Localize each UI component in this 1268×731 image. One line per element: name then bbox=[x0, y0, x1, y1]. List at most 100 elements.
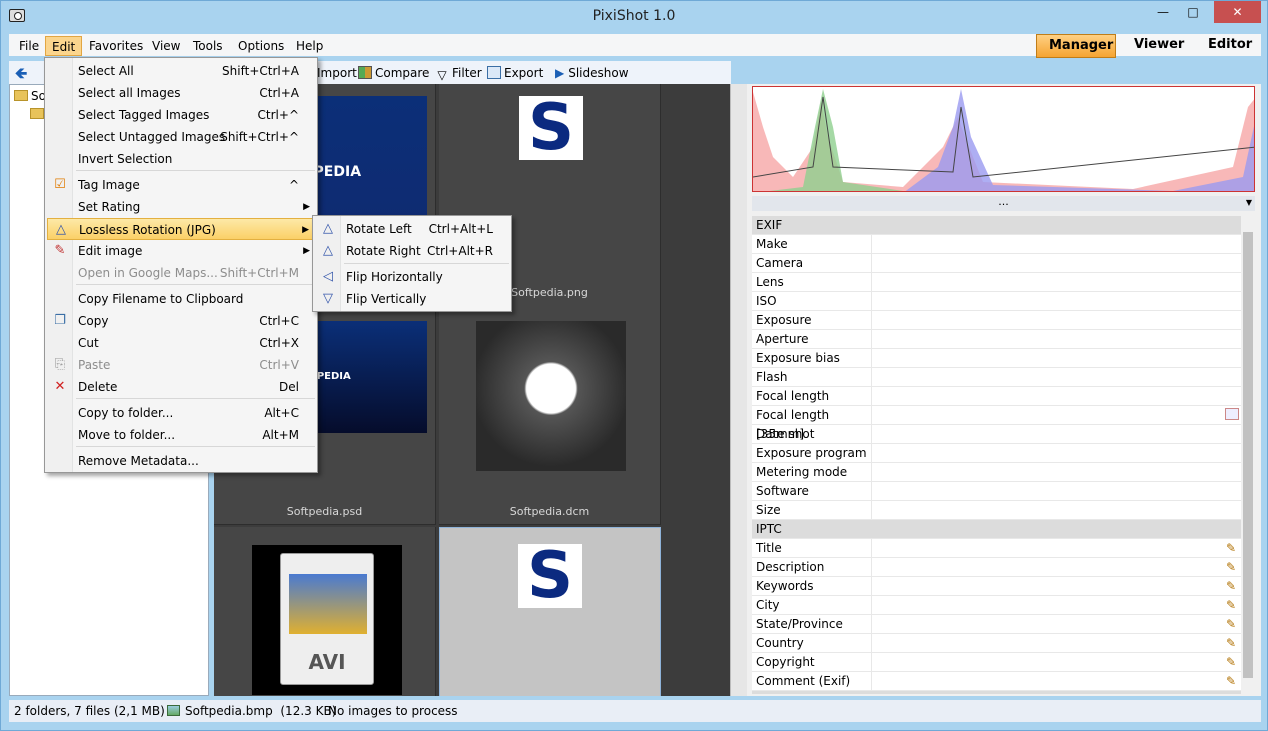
menu-item-select-untagged-images[interactable]: Select Untagged Images Shift+Ctrl+^ bbox=[47, 126, 315, 148]
property-value[interactable] bbox=[873, 615, 1221, 634]
property-value[interactable] bbox=[873, 273, 1221, 292]
property-row[interactable]: Size bbox=[752, 501, 1241, 520]
viewer-mode-button[interactable]: Viewer bbox=[1122, 34, 1192, 58]
property-value[interactable] bbox=[873, 463, 1221, 482]
property-value[interactable] bbox=[873, 672, 1221, 691]
export-button[interactable]: Export bbox=[487, 64, 543, 82]
property-value[interactable] bbox=[873, 596, 1221, 615]
property-value[interactable] bbox=[873, 501, 1221, 520]
property-row[interactable]: Software bbox=[752, 482, 1241, 501]
import-button[interactable]: Import bbox=[317, 64, 357, 82]
property-value[interactable] bbox=[873, 368, 1221, 387]
property-value[interactable] bbox=[873, 406, 1221, 425]
pencil-icon[interactable]: ✎ bbox=[1223, 541, 1239, 556]
property-row[interactable]: Keywords ✎ bbox=[752, 577, 1241, 596]
property-row[interactable]: Title ✎ bbox=[752, 539, 1241, 558]
menu-file[interactable]: File bbox=[13, 36, 45, 56]
property-value[interactable] bbox=[873, 387, 1221, 406]
pencil-icon[interactable]: ✎ bbox=[1223, 636, 1239, 651]
property-row[interactable]: Focal length bbox=[752, 387, 1241, 406]
pencil-icon[interactable]: ✎ bbox=[1223, 579, 1239, 594]
property-value[interactable] bbox=[873, 254, 1221, 273]
menu-favorites[interactable]: Favorites bbox=[83, 36, 149, 56]
chevron-down-icon[interactable]: ▼ bbox=[1246, 197, 1252, 208]
editor-mode-button[interactable]: Editor bbox=[1196, 34, 1260, 58]
thumbnail-avi[interactable]: AVI bbox=[214, 527, 436, 696]
menu-view[interactable]: View bbox=[146, 36, 186, 56]
property-row[interactable]: Flash bbox=[752, 368, 1241, 387]
property-row[interactable]: Camera bbox=[752, 254, 1241, 273]
menu-item-open-in-google-maps[interactable]: Open in Google Maps... Shift+Ctrl+M bbox=[47, 262, 315, 284]
menu-item-lossless-rotation[interactable]: △ Lossless Rotation (JPG) ▶ bbox=[47, 218, 315, 240]
property-value[interactable] bbox=[873, 482, 1221, 501]
property-row[interactable]: Comment (Exif) ✎ bbox=[752, 672, 1241, 691]
pencil-icon[interactable]: ✎ bbox=[1223, 617, 1239, 632]
thumbnail-softpedia-bmp[interactable]: S bbox=[439, 527, 661, 696]
arrow-left-icon[interactable]: 🡸 bbox=[15, 64, 27, 82]
thumbnail-softpedia-dcm[interactable]: Softpedia.dcm bbox=[439, 303, 661, 525]
property-row[interactable]: Lens bbox=[752, 273, 1241, 292]
manager-mode-button[interactable]: Manager bbox=[1036, 34, 1116, 58]
property-row[interactable]: Exposure program bbox=[752, 444, 1241, 463]
menu-item-select-tagged-images[interactable]: Select Tagged Images Ctrl+^ bbox=[47, 104, 315, 126]
scrollbar-thumb[interactable] bbox=[1243, 232, 1253, 678]
property-value[interactable] bbox=[873, 330, 1221, 349]
property-value[interactable] bbox=[873, 444, 1221, 463]
property-row[interactable]: Metering mode bbox=[752, 463, 1241, 482]
menu-help[interactable]: Help bbox=[290, 36, 329, 56]
calculator-icon[interactable] bbox=[1225, 408, 1239, 420]
property-row[interactable]: Date shot bbox=[752, 425, 1241, 444]
menu-item-select-all[interactable]: Select All Shift+Ctrl+A bbox=[47, 60, 315, 82]
pencil-icon[interactable]: ✎ bbox=[1223, 674, 1239, 689]
menu-item-rotate-left[interactable]: △ Rotate Left Ctrl+Alt+L bbox=[315, 218, 509, 240]
menu-item-rotate-right[interactable]: △ Rotate Right Ctrl+Alt+R bbox=[315, 240, 509, 262]
properties-scrollbar[interactable] bbox=[1241, 216, 1255, 694]
menu-item-select-all-images[interactable]: Select all Images Ctrl+A bbox=[47, 82, 315, 104]
property-value[interactable] bbox=[873, 634, 1221, 653]
menu-item-tag-image[interactable]: ☑ Tag Image ^ bbox=[47, 174, 315, 196]
property-row[interactable]: Description ✎ bbox=[752, 558, 1241, 577]
minimize-button[interactable]: — bbox=[1149, 1, 1177, 23]
pencil-icon[interactable]: ✎ bbox=[1223, 560, 1239, 575]
property-value[interactable] bbox=[873, 235, 1221, 254]
menu-options[interactable]: Options bbox=[232, 36, 290, 56]
compare-button[interactable]: Compare bbox=[358, 64, 429, 82]
property-row[interactable]: ISO bbox=[752, 292, 1241, 311]
property-value[interactable] bbox=[873, 539, 1221, 558]
menu-item-copy[interactable]: ❐ Copy Ctrl+C bbox=[47, 310, 315, 332]
property-row[interactable]: Focal length [35mm] bbox=[752, 406, 1241, 441]
slideshow-button[interactable]: ▶ Slideshow bbox=[555, 64, 629, 82]
property-value[interactable] bbox=[873, 558, 1221, 577]
menu-edit[interactable]: Edit bbox=[45, 36, 83, 56]
property-value[interactable] bbox=[873, 349, 1221, 368]
menu-item-move-to-folder[interactable]: Move to folder... Alt+M bbox=[47, 424, 315, 446]
pencil-icon[interactable]: ✎ bbox=[1223, 655, 1239, 670]
property-value[interactable] bbox=[873, 653, 1221, 672]
property-row[interactable]: State/Province ✎ bbox=[752, 615, 1241, 634]
thumbnail-scrollbar[interactable] bbox=[730, 84, 747, 696]
close-button[interactable]: ✕ bbox=[1214, 1, 1261, 23]
menu-item-edit-image[interactable]: ✎ Edit image ▶ bbox=[47, 240, 315, 262]
tree-root[interactable]: So bbox=[14, 89, 46, 103]
property-row[interactable]: Exposure bbox=[752, 311, 1241, 330]
property-row[interactable]: Make bbox=[752, 235, 1241, 254]
property-value[interactable] bbox=[873, 425, 1221, 444]
menu-item-invert-selection[interactable]: Invert Selection bbox=[47, 148, 315, 170]
menu-item-cut[interactable]: Cut Ctrl+X bbox=[47, 332, 315, 354]
property-row[interactable]: Exposure bias bbox=[752, 349, 1241, 368]
menu-item-paste[interactable]: ⎘ Paste Ctrl+V bbox=[47, 354, 315, 376]
menu-item-remove-metadata[interactable]: Remove Metadata... bbox=[47, 450, 315, 472]
menu-item-flip-vertically[interactable]: ▽ Flip Vertically bbox=[315, 288, 509, 310]
property-value[interactable] bbox=[873, 577, 1221, 596]
menu-item-set-rating[interactable]: Set Rating ▶ bbox=[47, 196, 315, 218]
property-row[interactable]: Country ✎ bbox=[752, 634, 1241, 653]
property-row[interactable]: Aperture bbox=[752, 330, 1241, 349]
maximize-button[interactable]: □ bbox=[1179, 1, 1207, 23]
pencil-icon[interactable]: ✎ bbox=[1223, 598, 1239, 613]
menu-item-flip-horizontally[interactable]: ◁ Flip Horizontally bbox=[315, 266, 509, 288]
property-value[interactable] bbox=[873, 311, 1221, 330]
property-row[interactable]: Copyright ✎ bbox=[752, 653, 1241, 672]
menu-item-copy-filename[interactable]: Copy Filename to Clipboard bbox=[47, 288, 315, 310]
property-value[interactable] bbox=[873, 292, 1221, 311]
menu-item-copy-to-folder[interactable]: Copy to folder... Alt+C bbox=[47, 402, 315, 424]
